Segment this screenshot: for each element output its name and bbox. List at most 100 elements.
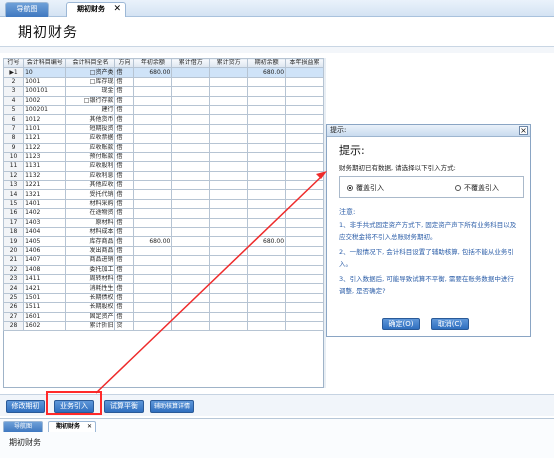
table-cell[interactable]: [133, 320, 173, 332]
table-cell[interactable]: [171, 255, 211, 266]
table-cell[interactable]: 1402: [23, 208, 67, 219]
table-cell[interactable]: [285, 67, 324, 78]
table-cell[interactable]: □银行存款: [65, 95, 116, 106]
table-cell[interactable]: [285, 320, 324, 332]
table-cell[interactable]: [133, 151, 173, 163]
table-cell[interactable]: [133, 273, 173, 285]
table-cell[interactable]: 16: [2, 208, 25, 219]
table-cell[interactable]: 8: [2, 133, 25, 144]
cancel-button[interactable]: 取消(C): [431, 318, 469, 330]
table-cell[interactable]: 24: [2, 283, 25, 294]
table-cell[interactable]: [133, 292, 173, 304]
table-cell[interactable]: 借: [114, 142, 135, 153]
table-row[interactable]: 15 1401 材料采购借: [2, 198, 324, 210]
table-cell[interactable]: [133, 283, 173, 294]
table-cell[interactable]: 26: [2, 302, 25, 313]
table-cell[interactable]: [133, 302, 173, 313]
table-cell[interactable]: 周转材料: [65, 273, 116, 285]
table-cell[interactable]: [285, 311, 324, 322]
table-cell[interactable]: □资产类: [65, 67, 116, 78]
table-cell[interactable]: 累计折旧: [65, 320, 116, 332]
table-cell[interactable]: 1132: [23, 170, 67, 182]
table-cell[interactable]: 1001: [23, 76, 67, 88]
table-cell[interactable]: [209, 104, 249, 116]
table-cell[interactable]: [285, 86, 324, 97]
table-row[interactable]: 24 1421 消耗性生借: [2, 283, 324, 294]
table-cell[interactable]: 材料成本: [65, 227, 116, 238]
table-cell[interactable]: 其他货币: [65, 114, 116, 125]
table-cell[interactable]: 借: [114, 86, 135, 97]
table-cell[interactable]: [247, 217, 287, 229]
column-header[interactable]: 会计科目编号: [23, 57, 67, 69]
table-cell[interactable]: 原材料: [65, 217, 116, 229]
table-cell[interactable]: [171, 189, 211, 200]
table-row[interactable]: 10 1123 预付账款借: [2, 151, 324, 163]
bottom-tab-navigation[interactable]: 导航图: [3, 421, 43, 432]
table-cell[interactable]: [133, 198, 173, 210]
table-cell[interactable]: 100201: [23, 104, 67, 116]
table-cell[interactable]: 1101: [23, 123, 67, 135]
table-cell[interactable]: [285, 273, 324, 285]
table-cell[interactable]: 6: [2, 114, 25, 125]
table-row[interactable]: 26 1511 长期股权借: [2, 302, 324, 313]
table-cell[interactable]: [209, 302, 249, 313]
table-cell[interactable]: 680.00: [247, 67, 287, 78]
overwrite-radio[interactable]: 覆盖引入: [347, 183, 384, 193]
table-cell[interactable]: [209, 217, 249, 229]
table-cell[interactable]: [171, 283, 211, 294]
table-cell[interactable]: ▶1: [2, 67, 25, 78]
table-cell[interactable]: [285, 161, 324, 172]
table-cell[interactable]: [247, 170, 287, 182]
table-cell[interactable]: [133, 227, 173, 238]
table-cell[interactable]: [209, 170, 249, 182]
table-cell[interactable]: [285, 114, 324, 125]
table-cell[interactable]: [171, 245, 211, 257]
table-cell[interactable]: 固定资产: [65, 311, 116, 322]
table-cell[interactable]: [285, 217, 324, 229]
table-cell[interactable]: 借: [114, 114, 135, 125]
table-cell[interactable]: 现金: [65, 86, 116, 97]
table-row[interactable]: 25 1501 长期债权借: [2, 292, 324, 304]
table-cell[interactable]: 4: [2, 95, 25, 106]
table-cell[interactable]: 9: [2, 142, 25, 153]
table-cell[interactable]: [247, 142, 287, 153]
table-cell[interactable]: 25: [2, 292, 25, 304]
table-cell[interactable]: [133, 142, 173, 153]
table-cell[interactable]: 5: [2, 104, 25, 116]
table-cell[interactable]: 借: [114, 95, 135, 106]
table-cell[interactable]: [285, 95, 324, 106]
table-cell[interactable]: [209, 264, 249, 276]
table-cell[interactable]: [171, 236, 211, 247]
table-cell[interactable]: 其他应收: [65, 180, 116, 191]
table-cell[interactable]: 借: [114, 245, 135, 257]
table-row[interactable]: 19 1405 库存商品借 680.00 680.00: [2, 236, 324, 247]
table-cell[interactable]: 21: [2, 255, 25, 266]
table-row[interactable]: 2 1001 □库存现借: [2, 76, 324, 88]
table-cell[interactable]: [133, 95, 173, 106]
table-cell[interactable]: [285, 255, 324, 266]
table-row[interactable]: 20 1406 发出商品借: [2, 245, 324, 257]
table-cell[interactable]: [247, 245, 287, 257]
table-cell[interactable]: [247, 198, 287, 210]
close-icon[interactable]: ✕: [113, 3, 121, 16]
table-cell[interactable]: [133, 161, 173, 172]
table-cell[interactable]: [247, 255, 287, 266]
table-cell[interactable]: [133, 114, 173, 125]
table-cell[interactable]: 1408: [23, 264, 67, 276]
table-cell[interactable]: 借: [114, 161, 135, 172]
tab-navigation[interactable]: 导航图: [5, 2, 49, 17]
table-cell[interactable]: 1406: [23, 245, 67, 257]
table-cell[interactable]: [209, 198, 249, 210]
table-cell[interactable]: [247, 189, 287, 200]
table-cell[interactable]: [285, 292, 324, 304]
table-cell[interactable]: [171, 76, 211, 88]
table-cell[interactable]: 3: [2, 86, 25, 97]
table-cell[interactable]: [247, 151, 287, 163]
table-cell[interactable]: [209, 245, 249, 257]
table-cell[interactable]: [247, 95, 287, 106]
table-cell[interactable]: [133, 133, 173, 144]
table-cell[interactable]: 借: [114, 133, 135, 144]
table-row[interactable]: 22 1408 委托加工借: [2, 264, 324, 276]
table-cell[interactable]: 18: [2, 227, 25, 238]
table-cell[interactable]: [209, 151, 249, 163]
